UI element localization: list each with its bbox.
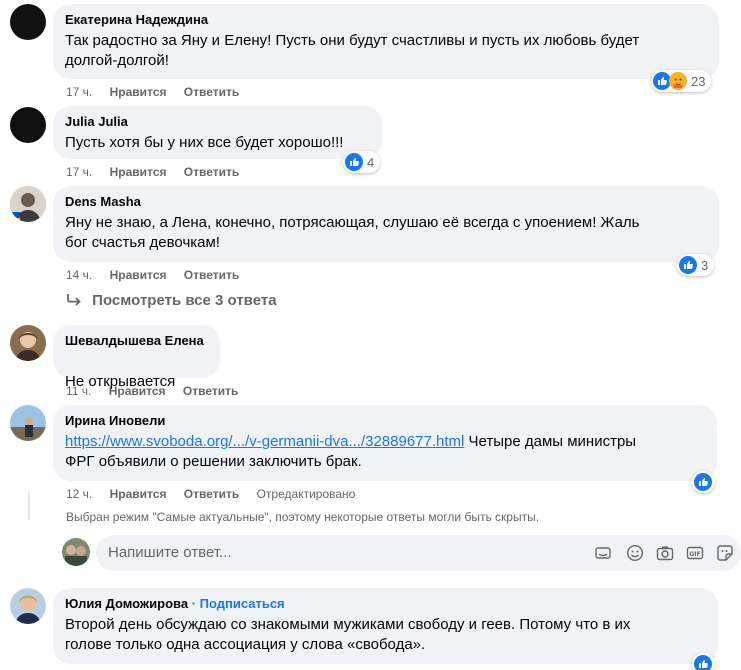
avatar[interactable] (10, 186, 46, 222)
like-button[interactable]: Нравится (110, 487, 167, 501)
reply-arrow-icon (66, 293, 82, 311)
reactions-badge[interactable] (692, 653, 715, 670)
reply-input[interactable]: Напишите ответ... GIF (96, 535, 741, 571)
camera-icon[interactable] (656, 544, 674, 562)
comment-text: Второй день обсуждаю со знакомыми мужика… (65, 616, 631, 653)
sticker-face-icon[interactable] (716, 544, 734, 562)
reactions-count: 23 (691, 73, 706, 89)
like-button[interactable]: Нравится (110, 165, 167, 179)
reply-button[interactable]: Ответить (184, 487, 239, 501)
comment-text-line2: ФРГ объявили о решении заключить брак. (65, 453, 362, 470)
comment-text: Так радостно за Яну и Елену! Пусть они б… (65, 32, 640, 69)
reactions-badge[interactable]: 3 (677, 254, 715, 276)
view-replies-link[interactable]: Посмотреть все 3 ответа (66, 292, 277, 311)
comment-bubble: Юлия Доможирова · Подписаться Второй ден… (53, 588, 718, 664)
comment-author[interactable]: Dens Masha (65, 194, 707, 210)
avatar[interactable] (10, 107, 46, 143)
comment-text: Яну не знаю, а Лена, конечно, потрясающа… (65, 214, 640, 251)
comment-bubble: Екатерина Надеждина Так радостно за Яну … (53, 4, 719, 79)
reactions-badge[interactable]: 23 (651, 70, 712, 92)
gif-icon[interactable]: GIF (686, 544, 704, 562)
comment-author[interactable]: Юлия Доможирова (65, 596, 188, 611)
like-reaction-icon (694, 473, 712, 491)
comment-bubble: Шевалдышева Елена Не открывается (53, 325, 220, 428)
view-replies-label: Посмотреть все 3 ответа (92, 292, 277, 309)
reply-placeholder: Напишите ответ... (108, 544, 232, 561)
comment-author[interactable]: Julia Julia (65, 114, 370, 130)
avatar[interactable] (10, 4, 46, 40)
comment-text: Пусть хотя бы у них все будет хорошо!!! (65, 134, 344, 151)
comment-bubble: Ирина Иновели https://www.svoboda.org/..… (53, 405, 717, 481)
reply-button[interactable]: Ответить (184, 165, 239, 179)
reply-button[interactable]: Ответить (184, 85, 239, 99)
current-user-avatar[interactable] (62, 538, 90, 566)
care-reaction-icon (669, 72, 687, 90)
edited-label: Отредактировано (256, 487, 356, 501)
comment-text: https://www.svoboda.org/.../v-germanii-d… (65, 432, 705, 452)
avatar[interactable] (10, 405, 46, 441)
reply-button[interactable]: Ответить (183, 384, 238, 398)
like-reaction-icon (345, 153, 363, 171)
reactions-badge[interactable] (692, 471, 715, 493)
comment-meta: 12 ч. Нравится Ответить Отредактировано (66, 487, 369, 501)
comment-meta: 11 ч. Нравится Ответить (66, 384, 252, 398)
like-reaction-icon (679, 256, 697, 274)
comment-time[interactable]: 14 ч. (66, 268, 92, 282)
comment-bubble: Dens Masha Яну не знаю, а Лена, конечно,… (53, 186, 719, 262)
avatar[interactable] (10, 588, 46, 624)
comment-author-line: Юлия Доможирова · Подписаться (65, 596, 706, 612)
svg-text:GIF: GIF (689, 551, 700, 558)
like-button[interactable]: Нравится (110, 268, 167, 282)
comment-author[interactable]: Екатерина Надеждина (65, 12, 707, 28)
thread-line (28, 492, 30, 520)
sort-notice: Выбран режим "Самые актуальные", поэтому… (66, 510, 540, 524)
like-reaction-icon (694, 655, 712, 670)
comment-text-body: Четыре дамы министры (464, 433, 637, 450)
reply-button[interactable]: Ответить (184, 268, 239, 282)
like-button[interactable]: Нравится (110, 85, 167, 99)
comment-meta: 17 ч. Нравится Ответить (66, 85, 253, 99)
comment-meta: 17 ч. Нравится Ответить (66, 165, 253, 179)
comment-author[interactable]: Шевалдышева Елена (65, 333, 208, 349)
comment-author[interactable]: Ирина Иновели (65, 413, 705, 429)
like-button[interactable]: Нравится (109, 384, 166, 398)
reactions-count: 4 (367, 154, 375, 170)
reactions-count: 3 (701, 257, 709, 273)
avatar[interactable] (10, 325, 46, 361)
reactions-badge[interactable]: 4 (343, 151, 381, 173)
subscribe-link[interactable]: Подписаться (200, 596, 285, 611)
sticker-icon[interactable] (594, 544, 612, 562)
comment-time[interactable]: 11 ч. (66, 384, 91, 398)
comment-time[interactable]: 17 ч. (66, 85, 92, 99)
author-separator: · (188, 596, 200, 611)
comment-meta: 14 ч. Нравится Ответить (66, 268, 253, 282)
comment-time[interactable]: 17 ч. (66, 165, 92, 179)
comment-bubble: Julia Julia Пусть хотя бы у них все буде… (53, 106, 382, 159)
emoji-icon[interactable] (626, 544, 644, 562)
comment-time[interactable]: 12 ч. (66, 487, 92, 501)
article-link[interactable]: https://www.svoboda.org/.../v-germanii-d… (65, 433, 464, 450)
